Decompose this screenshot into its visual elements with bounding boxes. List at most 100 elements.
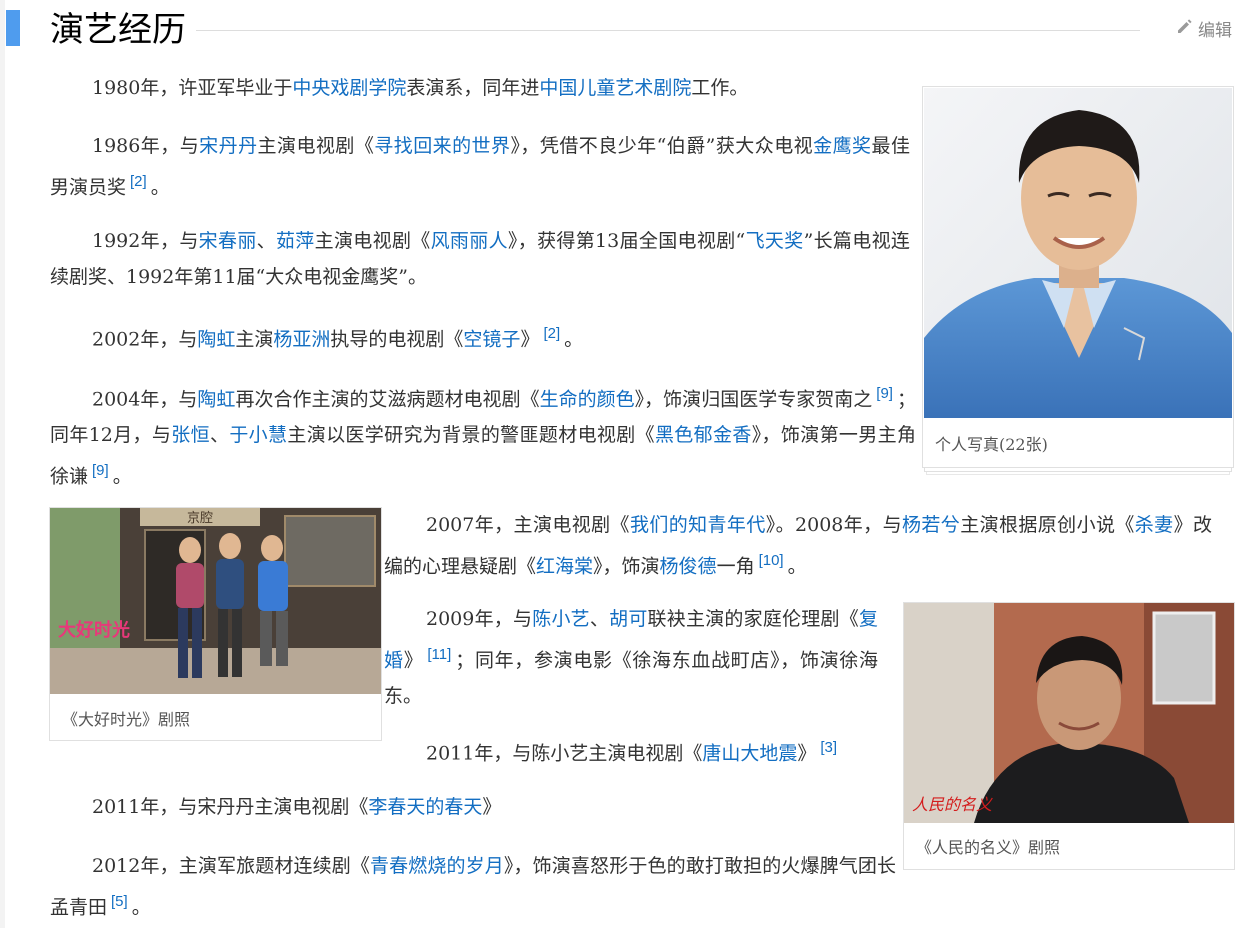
section-title: 演艺经历 <box>50 10 186 50</box>
text: ；同年，参演电影《徐海东血战町店》，饰演徐海东。 <box>384 649 878 708</box>
link-shengming-yanse[interactable]: 生命的颜色 <box>540 388 635 410</box>
link-china-childrens-art-theatre[interactable]: 中国儿童艺术剧院 <box>539 77 691 99</box>
paragraph-2007: 2007年，主演电视剧《我们的知青年代》。2008年，与杨若兮主演根据原创小说《… <box>384 507 1212 584</box>
paragraph-2004: 2004年，与陶虹再次合作主演的艾滋病题材电视剧《生命的颜色》，饰演归国医学专家… <box>50 376 916 495</box>
paragraph-2009: 2009年，与陈小艺、胡可联袂主演的家庭伦理剧《复婚》 [11] ；同年，参演电影《… <box>384 601 878 714</box>
text: 一角 <box>716 555 755 578</box>
ref-11[interactable]: [11] <box>427 646 451 663</box>
text: 、 <box>209 424 230 447</box>
text: 1980年，许亚军毕业于 <box>92 77 293 99</box>
paragraph-1980: 1980年，许亚军毕业于中央戏剧学院表演系，同年进中国儿童艺术剧院工作。 <box>50 70 910 106</box>
text: 表演系，同年进 <box>406 77 540 99</box>
text: 、 <box>589 608 610 630</box>
link-central-drama-academy[interactable]: 中央戏剧学院 <box>292 77 406 99</box>
link-song-dandan[interactable]: 宋丹丹 <box>199 135 257 157</box>
portrait-photo[interactable] <box>924 88 1232 418</box>
text: 2011年，与陈小艺主演电视剧《 <box>426 742 703 765</box>
link-ru-ping[interactable]: 茹萍 <box>276 230 315 252</box>
text: 再次合作主演的艾滋病题材电视剧《 <box>235 388 540 411</box>
show-logo: 人民的名义 <box>912 795 993 814</box>
text: 。 <box>564 328 584 351</box>
text: 1992年，与 <box>92 230 199 252</box>
text: 。 <box>787 555 807 578</box>
link-chen-xiaoyi[interactable]: 陈小艺 <box>532 608 590 630</box>
text: 2002年，与 <box>92 328 198 351</box>
shop-sign: 京腔 <box>187 511 213 526</box>
still-renmin-mingyi[interactable]: 人民的名义 《人民的名义》剧照 <box>903 602 1235 870</box>
text: 主演以医学研究为背景的警匪题材电视剧《 <box>287 424 655 447</box>
text: 》 <box>482 796 502 818</box>
link-yang-ruoxi[interactable]: 杨若兮 <box>902 514 960 536</box>
link-song-chunli[interactable]: 宋春丽 <box>199 230 257 252</box>
link-qingchun-ranshao[interactable]: 青春燃烧的岁月 <box>370 855 504 877</box>
edit-button[interactable]: 编辑 <box>1176 16 1232 41</box>
link-yang-junde[interactable]: 杨俊德 <box>660 555 717 577</box>
paragraph-2002: 2002年，与陶虹主演杨亚洲执导的电视剧《空镜子》 [2]。 <box>50 316 910 357</box>
paragraph-2011a: 2011年，与陈小艺主演电视剧《唐山大地震》 [3] <box>384 730 884 771</box>
text: 2009年，与 <box>426 608 533 630</box>
link-hong-haitang[interactable]: 红海棠 <box>536 555 593 577</box>
text: 。 <box>112 465 132 488</box>
text: 主演电视剧《 <box>314 230 431 252</box>
text: 》，获得第13届全国电视剧“ <box>507 230 746 252</box>
text: 2004年，与 <box>92 388 198 411</box>
text: 2007年，主演电视剧《 <box>426 514 630 536</box>
text: 。 <box>131 896 151 919</box>
left-gutter <box>0 0 5 928</box>
paragraph-2012: 2012年，主演军旅题材连续剧《青春燃烧的岁月》，饰演喜怒形于色的敢打敢担的火爆… <box>50 848 896 925</box>
text: 。 <box>150 176 170 199</box>
still1-caption[interactable]: 《大好时光》剧照 <box>62 706 190 730</box>
text: 1986年，与 <box>92 135 200 157</box>
ref-9[interactable]: [9] <box>92 462 109 479</box>
link-zhang-heng[interactable]: 张恒 <box>171 424 210 446</box>
link-tao-hong[interactable]: 陶虹 <box>197 328 235 350</box>
link-li-chuntian[interactable]: 李春天的春天 <box>368 796 482 818</box>
text: 工作。 <box>691 77 749 99</box>
link-yang-yazhou[interactable]: 杨亚洲 <box>273 328 330 350</box>
text: 联袂主演的家庭伦理剧《 <box>647 608 859 630</box>
link-tao-hong[interactable]: 陶虹 <box>197 388 235 410</box>
portrait-caption[interactable]: 个人写真(22张) <box>935 431 1048 455</box>
edit-label: 编辑 <box>1198 21 1232 41</box>
still-photo-dahao[interactable]: 京腔 大好时光 <box>50 508 381 694</box>
ref-10[interactable]: [10] <box>759 552 784 569</box>
text: 》 <box>403 649 424 672</box>
text: 主演电视剧《 <box>257 135 375 157</box>
text: 、 <box>256 230 276 252</box>
text: 执导的电视剧《 <box>330 328 464 351</box>
text: 2011年，与宋丹丹主演电视剧《 <box>92 796 369 818</box>
text: 》，饰演归国医学专家贺南之 <box>634 388 873 411</box>
link-xunzhao[interactable]: 寻找回来的世界 <box>374 135 510 157</box>
link-zhiqing-niandai[interactable]: 我们的知青年代 <box>630 514 766 536</box>
title-divider <box>196 30 1140 31</box>
link-sha-qi[interactable]: 杀妻 <box>1135 514 1174 536</box>
still-photo-renmin[interactable]: 人民的名义 <box>904 603 1234 823</box>
link-feitian-award[interactable]: 飞天奖 <box>745 230 803 252</box>
ref-2[interactable]: [2] <box>543 325 560 342</box>
ref-2[interactable]: [2] <box>130 173 147 190</box>
text: 主演 <box>235 328 274 351</box>
ref-5[interactable]: [5] <box>111 893 128 910</box>
text: 》 <box>520 328 540 351</box>
pencil-icon <box>1176 17 1194 40</box>
link-yu-xiaohui[interactable]: 于小慧 <box>229 424 287 446</box>
ref-3[interactable]: [3] <box>820 739 837 756</box>
still-dahao-shiguang[interactable]: 京腔 大好时光 《大好时光》剧照 <box>49 507 382 741</box>
link-golden-eagle-award[interactable]: 金鹰奖 <box>813 135 871 157</box>
link-fengyu-liren[interactable]: 风雨丽人 <box>431 230 508 252</box>
link-hu-ke[interactable]: 胡可 <box>609 608 647 630</box>
paragraph-2011b: 2011年，与宋丹丹主演电视剧《李春天的春天》 <box>50 789 890 825</box>
text: 2012年，主演军旅题材连续剧《 <box>92 855 371 877</box>
link-tangshan-dadizhen[interactable]: 唐山大地震 <box>702 742 797 764</box>
text: 》，凭借不良少年“伯爵”获大众电视 <box>510 135 814 157</box>
link-kong-jingzi[interactable]: 空镜子 <box>463 328 520 350</box>
text: 》 <box>797 742 817 765</box>
paragraph-1986: 1986年，与宋丹丹主演电视剧《寻找回来的世界》，凭借不良少年“伯爵”获大众电视… <box>50 128 910 205</box>
text: 》，饰演 <box>593 555 660 578</box>
link-heise-yujinxiang[interactable]: 黑色郁金香 <box>655 424 752 446</box>
ref-9[interactable]: [9] <box>876 385 893 402</box>
still2-caption[interactable]: 《人民的名义》剧照 <box>916 834 1060 858</box>
portrait-album[interactable]: 个人写真(22张) <box>922 86 1234 468</box>
section-title-marker <box>6 10 20 46</box>
text: 》。2008年，与 <box>765 514 902 536</box>
